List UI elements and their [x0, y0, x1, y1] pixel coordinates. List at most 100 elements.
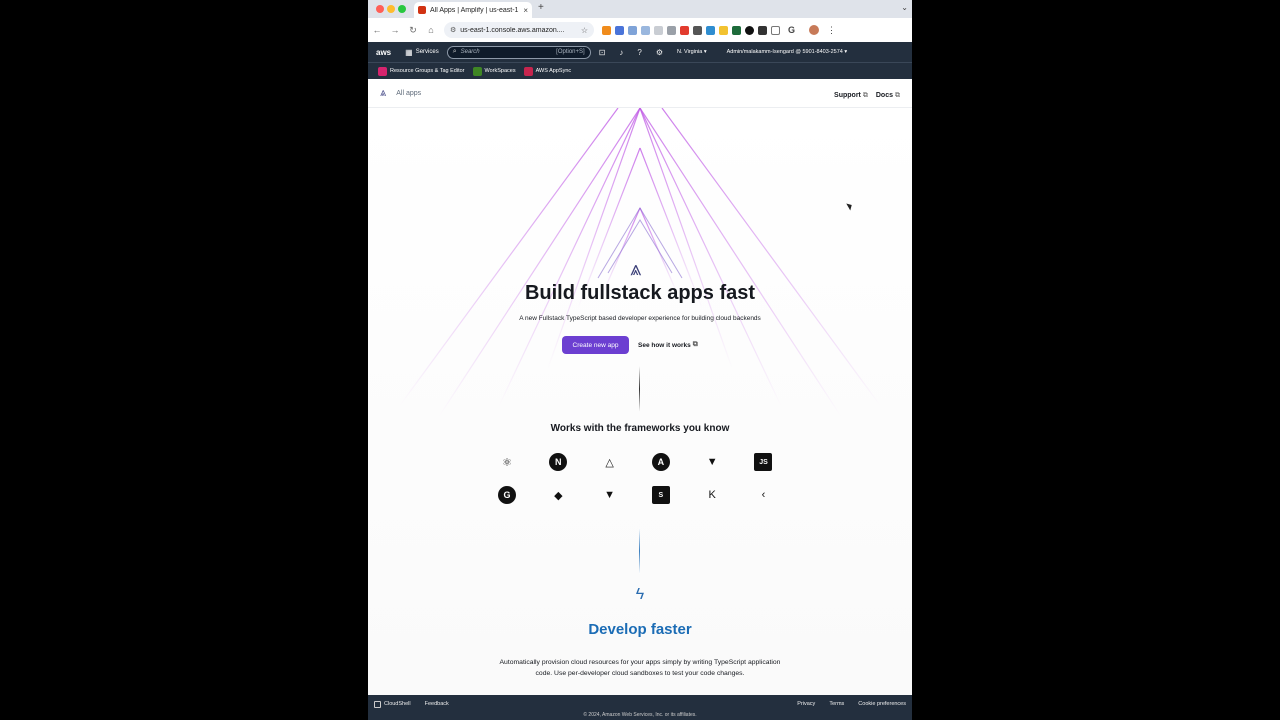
gear-icon[interactable]: ⚙: [656, 48, 663, 57]
extension-icon[interactable]: [628, 25, 637, 35]
maximize-window-button[interactable]: [398, 5, 406, 13]
nextjs-icon: N: [549, 453, 568, 471]
frameworks-title: Works with the frameworks you know: [550, 423, 730, 434]
frameworks-grid: ⚛ N △ A ▼ JS G ◆ ▼ S K ‹: [498, 453, 780, 504]
extension-icon[interactable]: [615, 25, 624, 35]
account-menu[interactable]: Admin/malakamm-Isengard @ 5901-8403-2574…: [727, 49, 848, 55]
hero-section: ⩓ Build fullstack apps fast A new Fullst…: [368, 108, 912, 695]
browser-window: All Apps | Amplify | us-east-1 × + ⌄ ← →…: [368, 0, 912, 720]
extension-icon[interactable]: [680, 25, 689, 35]
cloudshell-icon[interactable]: ⊡: [599, 48, 606, 57]
docs-label: Docs: [875, 92, 893, 99]
help-icon[interactable]: ?: [637, 48, 641, 57]
aws-logo[interactable]: aws: [376, 48, 391, 57]
favorites-bar: Resource Groups & Tag Editor WorkSpaces …: [368, 62, 912, 79]
aws-favicon-icon: [418, 6, 426, 14]
workspaces-icon: [472, 66, 482, 76]
divider: [639, 366, 640, 412]
bookmark-star-icon[interactable]: ☆: [581, 26, 588, 35]
favorite-label: AWS AppSync: [535, 68, 572, 74]
privacy-link[interactable]: Privacy: [797, 701, 815, 707]
ionic-icon: ◆: [554, 489, 563, 502]
lightning-bolt-icon: ϟ: [635, 586, 645, 603]
url-text: us-east-1.console.aws.amazon....: [460, 26, 565, 34]
extensions-bar: [602, 25, 780, 35]
favorite-appsync[interactable]: AWS AppSync: [523, 66, 572, 76]
tab-search-icon[interactable]: ⌄: [901, 3, 908, 12]
react-icon: ⚛: [502, 456, 512, 469]
extensions-puzzle-icon[interactable]: [771, 25, 780, 35]
extension-icon[interactable]: [602, 25, 611, 35]
terms-link[interactable]: Terms: [829, 701, 844, 707]
extension-icon[interactable]: [758, 25, 767, 35]
profile-avatar[interactable]: [809, 25, 820, 35]
aws-top-nav: aws ▦ Services ⌕ Search [Option+S] ⊡ ♪ ?…: [368, 42, 912, 62]
favorite-workspaces[interactable]: WorkSpaces: [472, 66, 516, 76]
new-tab-button[interactable]: +: [538, 2, 544, 13]
services-label: Services: [415, 49, 439, 55]
bell-icon[interactable]: ♪: [619, 48, 623, 57]
extension-icon[interactable]: [641, 25, 650, 35]
region-selector[interactable]: N. Virginia ▾: [677, 49, 707, 55]
services-menu[interactable]: ▦ Services: [405, 48, 439, 57]
close-window-button[interactable]: [376, 5, 384, 13]
support-link[interactable]: Support ⧉: [834, 84, 868, 102]
favorite-label: WorkSpaces: [484, 68, 516, 74]
header-links: Support ⧉ Docs ⧉: [834, 84, 900, 102]
grid-icon: ▦: [405, 47, 413, 57]
forward-icon[interactable]: →: [386, 25, 404, 35]
extension-icon[interactable]: [667, 25, 676, 35]
cookie-preferences-link[interactable]: Cookie preferences: [858, 701, 906, 707]
all-apps-link[interactable]: All apps: [396, 90, 421, 97]
extension-icon[interactable]: [654, 25, 663, 35]
create-new-app-button[interactable]: Create new app: [562, 336, 629, 354]
amplify-logo-icon[interactable]: ⩓: [380, 87, 386, 100]
vue-icon: ▼: [706, 456, 718, 468]
copyright-text: © 2024, Amazon Web Services, Inc. or its…: [583, 712, 697, 718]
external-link-icon: ⧉: [862, 92, 868, 99]
extension-icon[interactable]: [732, 25, 741, 35]
tab-title: All Apps | Amplify | us-east-1: [430, 6, 519, 14]
home-icon[interactable]: ⌂: [422, 25, 440, 35]
support-label: Support: [834, 92, 861, 99]
browser-menu-icon[interactable]: ⋮: [827, 25, 836, 36]
divider: [639, 528, 640, 574]
tab-close-icon[interactable]: ×: [523, 6, 528, 15]
browser-tab[interactable]: All Apps | Amplify | us-east-1 ×: [414, 2, 532, 18]
nav-icons: ⊡ ♪ ? ⚙: [599, 48, 663, 57]
swift-icon: S: [651, 486, 670, 504]
back-icon[interactable]: ←: [368, 25, 386, 35]
kotlin-icon: K: [708, 489, 716, 501]
extension-icon[interactable]: [719, 25, 728, 35]
vite-icon: ▼: [604, 489, 616, 501]
external-link-icon: ⧉: [692, 341, 698, 348]
cloudshell-icon: [374, 700, 381, 708]
minimize-window-button[interactable]: [387, 5, 395, 13]
address-bar[interactable]: ⚙ us-east-1.console.aws.amazon.... ☆: [444, 22, 594, 38]
angular-icon: A: [651, 453, 670, 471]
appsync-icon: [523, 66, 533, 76]
reload-icon[interactable]: ↻: [404, 25, 422, 36]
site-info-icon[interactable]: ⚙: [450, 26, 456, 34]
favorite-resource-groups[interactable]: Resource Groups & Tag Editor: [378, 66, 465, 76]
extension-icon[interactable]: [745, 25, 754, 35]
search-placeholder: Search: [460, 49, 480, 55]
favorite-label: Resource Groups & Tag Editor: [390, 68, 465, 74]
see-how-label: See how it works: [638, 341, 691, 349]
gatsby-icon: G: [498, 486, 516, 504]
develop-faster-title: Develop faster: [588, 621, 692, 638]
see-how-it-works-button[interactable]: See how it works ⧉: [638, 336, 698, 354]
console-footer: CloudShell Feedback Privacy Terms Cookie…: [368, 695, 912, 720]
external-link-icon: ⧉: [895, 92, 900, 99]
nuxt-icon: △: [605, 456, 614, 469]
javascript-icon: JS: [754, 453, 773, 471]
docs-link[interactable]: Docs ⧉: [876, 84, 900, 102]
cloudshell-link[interactable]: CloudShell: [384, 701, 411, 707]
extension-icon[interactable]: [693, 25, 702, 35]
google-icon[interactable]: G: [788, 25, 795, 35]
flutter-icon: ‹: [761, 489, 766, 501]
feedback-link[interactable]: Feedback: [425, 701, 449, 707]
search-input[interactable]: ⌕ Search [Option+S]: [446, 45, 591, 59]
develop-faster-text: Automatically provision cloud resources …: [499, 659, 781, 677]
extension-icon[interactable]: [706, 25, 715, 35]
